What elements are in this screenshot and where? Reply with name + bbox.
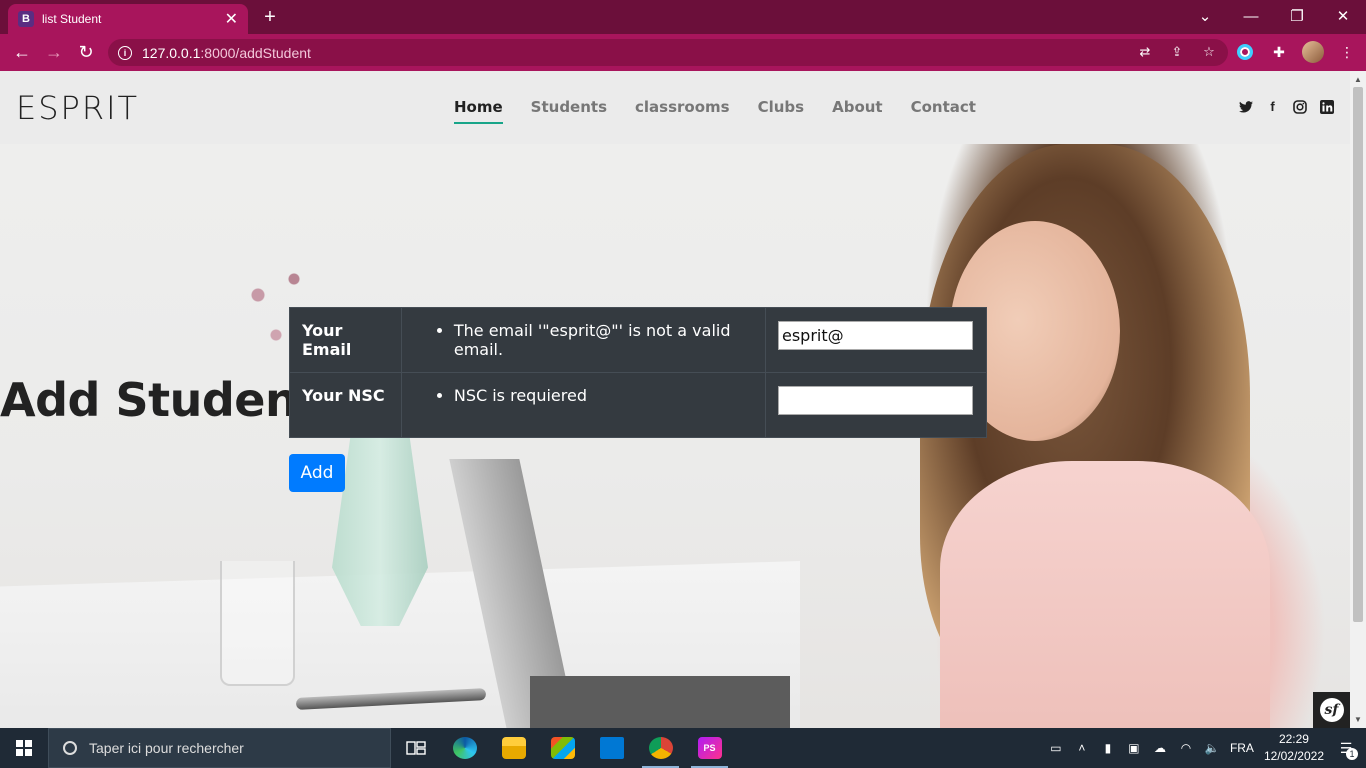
scroll-up-icon[interactable]: ▲ bbox=[1353, 74, 1363, 84]
site-header: ESPRIT Home Students classrooms Clubs Ab… bbox=[0, 71, 1350, 144]
extensions-puzzle-icon[interactable]: ✚ bbox=[1268, 41, 1290, 63]
tab-title: list Student bbox=[42, 12, 102, 26]
meet-now-icon[interactable]: ▣ bbox=[1126, 740, 1142, 756]
profile-avatar[interactable] bbox=[1302, 41, 1324, 63]
symfony-icon: sf bbox=[1319, 698, 1344, 722]
tab-close-icon[interactable]: ✕ bbox=[225, 9, 238, 29]
search-icon bbox=[63, 741, 77, 755]
page-scrollbar[interactable]: ▲ ▼ bbox=[1350, 71, 1366, 728]
translate-icon[interactable]: ⇄ bbox=[1136, 43, 1154, 61]
site-logo[interactable]: ESPRIT bbox=[16, 89, 139, 127]
url-host: 127.0.0.1 bbox=[142, 44, 201, 61]
phpstorm-icon[interactable]: PS bbox=[685, 728, 734, 768]
instagram-icon[interactable] bbox=[1292, 99, 1307, 114]
address-bar[interactable]: i 127.0.0.1:8000/addStudent ⇄ ⇪ ☆ bbox=[108, 39, 1228, 66]
social-links: f bbox=[1238, 99, 1334, 114]
clock[interactable]: 22:29 12/02/2022 bbox=[1264, 731, 1324, 765]
symfony-toolbar-toggle[interactable]: sf bbox=[1313, 692, 1350, 728]
nsc-field[interactable] bbox=[777, 386, 973, 415]
system-tray: ▭ ˄ ▮ ▣ ☁ ◠ 🔈 FRA 22:29 12/02/2022 ☰ 1 bbox=[1048, 728, 1366, 768]
onedrive-icon[interactable]: ☁ bbox=[1152, 740, 1168, 756]
facebook-icon[interactable]: f bbox=[1265, 99, 1280, 114]
forward-button[interactable]: → bbox=[38, 37, 70, 69]
email-label: Your Email bbox=[289, 307, 402, 373]
file-explorer-icon[interactable] bbox=[489, 728, 538, 768]
nav-clubs[interactable]: Clubs bbox=[758, 98, 805, 116]
browser-tab[interactable]: B list Student ✕ bbox=[8, 4, 248, 34]
woman-body-decoration bbox=[940, 461, 1270, 728]
back-button[interactable]: ← bbox=[6, 37, 38, 69]
wifi-icon[interactable]: ◠ bbox=[1178, 740, 1194, 756]
form-row-email: Your Email The email '"esprit@"' is not … bbox=[289, 307, 988, 373]
nav-about[interactable]: About bbox=[832, 98, 883, 116]
browser-toolbar: ← → ↻ i 127.0.0.1:8000/addStudent ⇄ ⇪ ☆ … bbox=[0, 34, 1366, 71]
keyboard-layout-icon[interactable]: ▭ bbox=[1048, 740, 1064, 756]
site-info-icon[interactable]: i bbox=[118, 45, 132, 60]
nsc-error-message: NSC is requiered bbox=[454, 386, 753, 405]
nav-contact[interactable]: Contact bbox=[911, 98, 976, 116]
show-hidden-icons-chevron-icon[interactable]: ˄ bbox=[1074, 740, 1090, 756]
nav-home[interactable]: Home bbox=[454, 98, 503, 124]
reload-button[interactable]: ↻ bbox=[70, 37, 102, 69]
taskbar-search-placeholder: Taper ici pour rechercher bbox=[89, 740, 244, 756]
laptop-keyboard-decoration bbox=[530, 676, 790, 728]
email-field-cell bbox=[764, 307, 988, 373]
notification-center-icon[interactable]: ☰ 1 bbox=[1334, 736, 1358, 760]
chrome-icon[interactable] bbox=[636, 728, 685, 768]
nav-students[interactable]: Students bbox=[531, 98, 607, 116]
tab-search-chevron-icon[interactable]: ⌄ bbox=[1182, 4, 1228, 28]
clock-time: 22:29 bbox=[1278, 732, 1309, 746]
menu-kebab-icon[interactable]: ⋮ bbox=[1336, 41, 1358, 63]
volume-icon[interactable]: 🔈 bbox=[1204, 740, 1220, 756]
url-path: :8000/addStudent bbox=[200, 44, 311, 61]
student-form-table: Your Email The email '"esprit@"' is not … bbox=[289, 307, 988, 438]
share-icon[interactable]: ⇪ bbox=[1168, 43, 1186, 61]
twitter-icon[interactable] bbox=[1238, 99, 1253, 114]
restore-button[interactable]: ❐ bbox=[1274, 4, 1320, 28]
clock-date: 12/02/2022 bbox=[1263, 749, 1324, 763]
nsc-errors: NSC is requiered bbox=[400, 372, 766, 438]
nsc-label: Your NSC bbox=[289, 372, 402, 438]
page-viewport: ESPRIT Home Students classrooms Clubs Ab… bbox=[0, 71, 1350, 728]
windows-taskbar: Taper ici pour rechercher PS ▭ ˄ ▮ ▣ ☁ ◠… bbox=[0, 728, 1366, 768]
email-errors: The email '"esprit@"' is not a valid ema… bbox=[400, 307, 766, 373]
nsc-field-cell bbox=[764, 372, 988, 438]
email-field[interactable] bbox=[777, 321, 973, 350]
mail-icon[interactable] bbox=[587, 728, 636, 768]
windows-logo-icon bbox=[16, 740, 32, 756]
task-view-icon[interactable] bbox=[391, 728, 440, 768]
extension-ring-icon[interactable] bbox=[1234, 41, 1256, 63]
store-icon[interactable] bbox=[538, 728, 587, 768]
scroll-down-icon[interactable]: ▼ bbox=[1353, 714, 1363, 724]
new-tab-button[interactable]: + bbox=[258, 6, 282, 28]
taskbar-search[interactable]: Taper ici pour rechercher bbox=[48, 728, 391, 768]
minimize-button[interactable]: — bbox=[1228, 4, 1274, 28]
form-row-nsc: Your NSC NSC is requiered bbox=[289, 372, 988, 438]
start-button[interactable] bbox=[0, 728, 48, 768]
language-indicator[interactable]: FRA bbox=[1230, 741, 1254, 755]
battery-icon[interactable]: ▮ bbox=[1100, 740, 1116, 756]
glass-decoration bbox=[220, 561, 295, 686]
browser-tabbar: B list Student ✕ + ⌄ — ❐ ✕ bbox=[0, 0, 1366, 34]
page-title: Add Student bbox=[0, 373, 319, 427]
add-button[interactable]: Add bbox=[289, 454, 345, 492]
notification-badge: 1 bbox=[1346, 748, 1358, 760]
site-nav: Home Students classrooms Clubs About Con… bbox=[454, 98, 976, 124]
email-error-message: The email '"esprit@"' is not a valid ema… bbox=[454, 321, 753, 359]
close-window-button[interactable]: ✕ bbox=[1320, 4, 1366, 28]
edge-icon[interactable] bbox=[440, 728, 489, 768]
bookmark-star-icon[interactable]: ☆ bbox=[1200, 43, 1218, 61]
nav-classrooms[interactable]: classrooms bbox=[635, 98, 730, 116]
linkedin-icon[interactable] bbox=[1319, 99, 1334, 114]
bootstrap-favicon-icon: B bbox=[18, 11, 34, 27]
scroll-thumb[interactable] bbox=[1353, 87, 1363, 622]
